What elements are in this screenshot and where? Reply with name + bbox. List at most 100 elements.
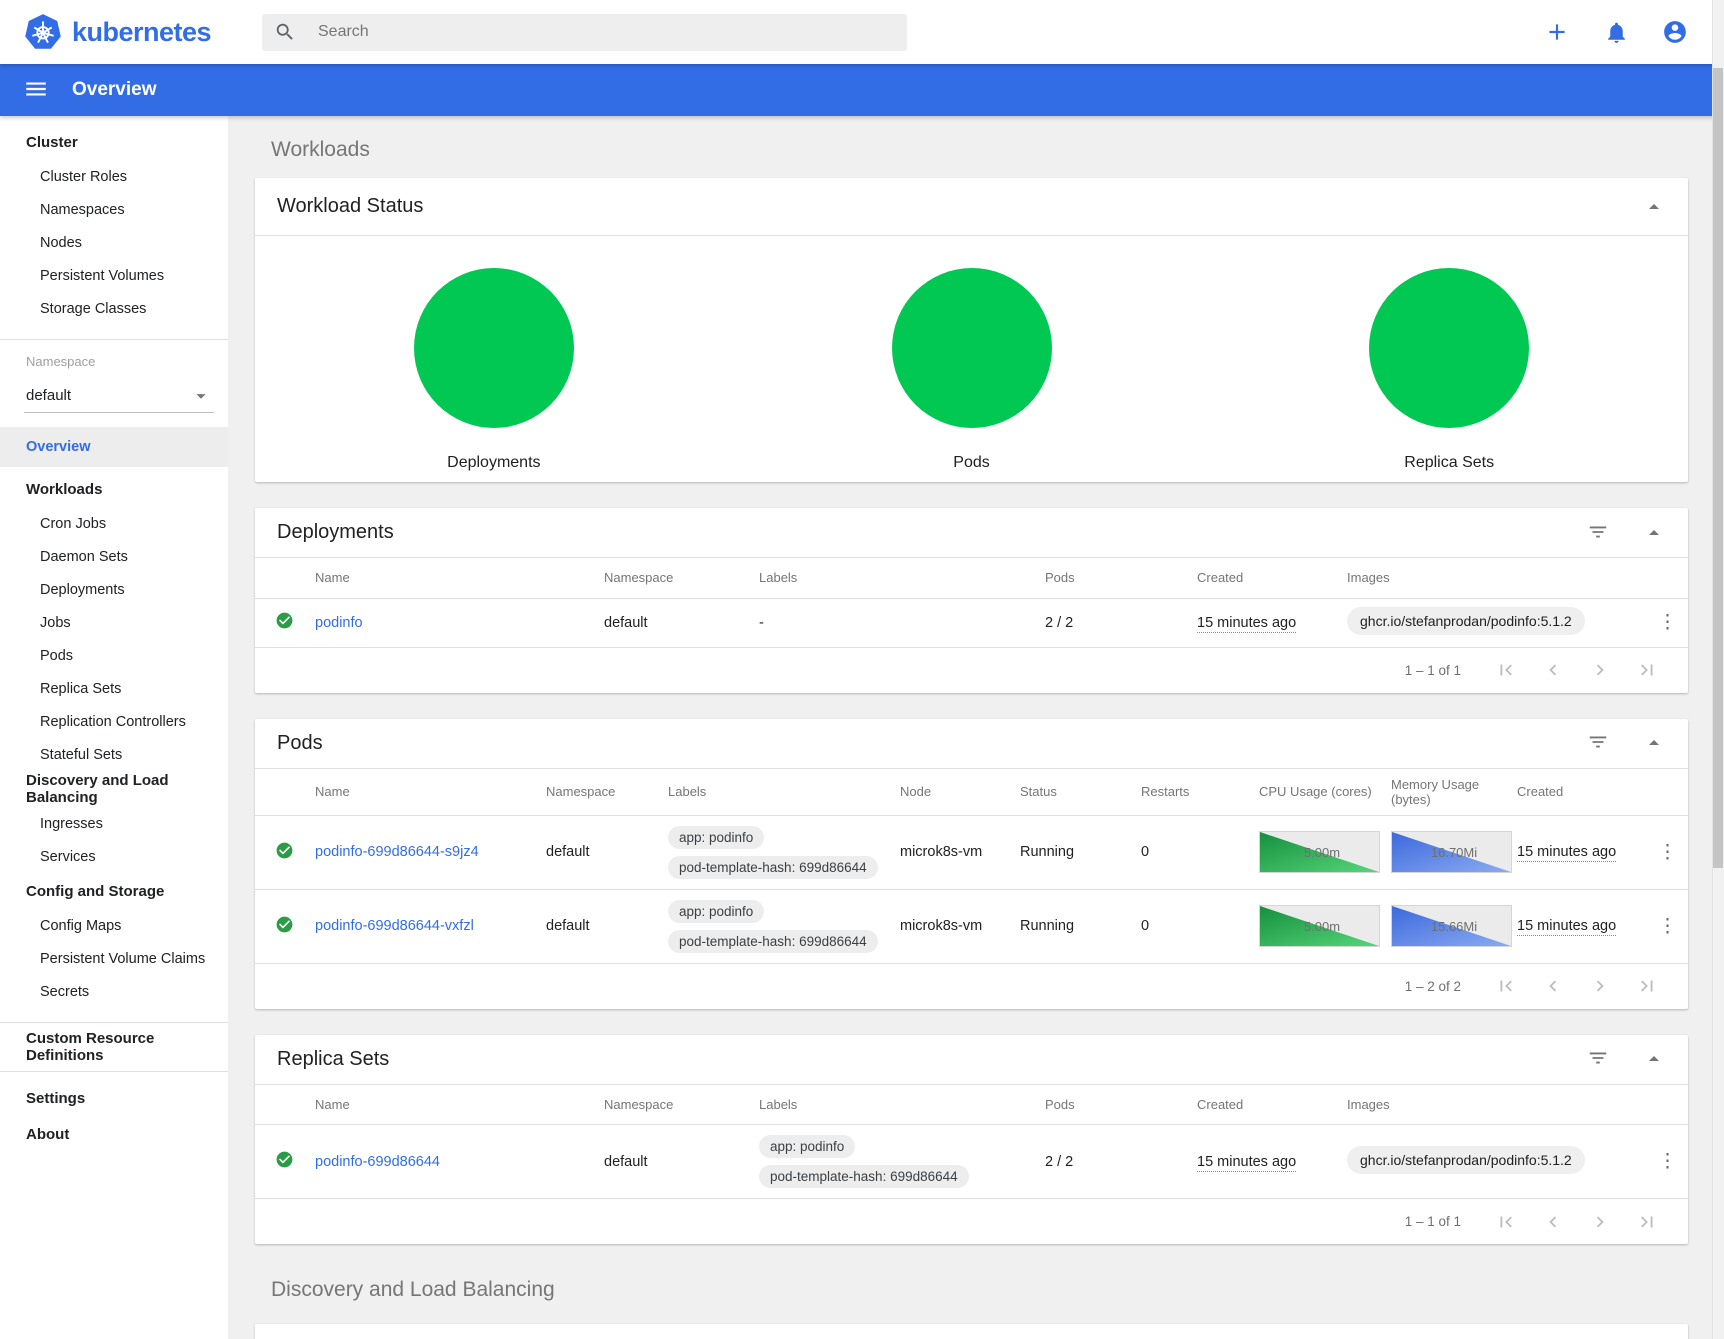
sidebar-item-persistent-volumes[interactable]: Persistent Volumes xyxy=(0,259,228,292)
sidebar-divider xyxy=(0,1022,228,1023)
replica-set-link[interactable]: podinfo-699d86644 xyxy=(315,1154,440,1170)
sidebar-item-overview[interactable]: Overview xyxy=(0,427,228,467)
kubernetes-brand[interactable]: kubernetes xyxy=(24,13,254,51)
sidebar-header-workloads[interactable]: Workloads xyxy=(0,471,228,507)
sidebar-item-cluster-roles[interactable]: Cluster Roles xyxy=(0,160,228,193)
chevron-right-icon xyxy=(1589,975,1611,997)
col-header-namespace: Namespace xyxy=(546,769,668,816)
row-actions-button[interactable]: ⋮ xyxy=(1652,915,1683,938)
chevron-right-icon xyxy=(1589,659,1611,681)
table-row: podinfo-699d86644 default app: podinfo p… xyxy=(255,1125,1688,1199)
sidebar-item-replica-sets[interactable]: Replica Sets xyxy=(0,672,228,705)
collapse-card-button[interactable] xyxy=(1642,195,1666,219)
pod-link[interactable]: podinfo-699d86644-s9jz4 xyxy=(315,844,479,860)
last-page-button[interactable] xyxy=(1636,659,1658,681)
filter-button[interactable] xyxy=(1586,731,1610,755)
page-scrollbar[interactable] xyxy=(1712,0,1724,1339)
scrollbar-thumb[interactable] xyxy=(1713,68,1723,868)
next-page-button[interactable] xyxy=(1589,1211,1611,1233)
table-row: podinfo default - 2 / 2 15 minutes ago g… xyxy=(255,598,1688,647)
replica-sets-table: Name Namespace Labels Pods Created Image… xyxy=(255,1085,1688,1200)
image-chip: ghcr.io/stefanprodan/podinfo:5.1.2 xyxy=(1347,607,1585,635)
sidebar-item-replication-controllers[interactable]: Replication Controllers xyxy=(0,705,228,738)
sidebar: Cluster Cluster Roles Namespaces Nodes P… xyxy=(0,116,228,1339)
sidebar-item-pods[interactable]: Pods xyxy=(0,639,228,672)
kubernetes-logo-icon xyxy=(24,13,62,51)
first-page-button[interactable] xyxy=(1495,659,1517,681)
first-page-button[interactable] xyxy=(1495,975,1517,997)
sidebar-item-settings[interactable]: Settings xyxy=(0,1080,228,1116)
memory-usage-value: 15.66Mi xyxy=(1431,919,1477,934)
previous-page-button[interactable] xyxy=(1542,659,1564,681)
last-page-button[interactable] xyxy=(1636,975,1658,997)
cell-restarts: 0 xyxy=(1141,889,1259,963)
namespace-select[interactable]: default xyxy=(24,379,214,413)
previous-page-button[interactable] xyxy=(1542,1211,1564,1233)
deployment-link[interactable]: podinfo xyxy=(315,615,363,631)
section-title-discovery: Discovery and Load Balancing xyxy=(271,1278,1688,1302)
cell-namespace: default xyxy=(546,889,668,963)
last-page-button[interactable] xyxy=(1636,1211,1658,1233)
sidebar-item-persistent-volume-claims[interactable]: Persistent Volume Claims xyxy=(0,942,228,975)
sidebar-item-services[interactable]: Services xyxy=(0,840,228,873)
sidebar-item-storage-classes[interactable]: Storage Classes xyxy=(0,292,228,325)
pods-card: Pods Name Namespace Labels Node St xyxy=(255,719,1688,1009)
app-bar: Overview xyxy=(0,64,1724,116)
col-header-name: Name xyxy=(315,769,546,816)
first-page-icon xyxy=(1495,975,1517,997)
sidebar-item-about[interactable]: About xyxy=(0,1116,228,1152)
plus-icon xyxy=(1544,19,1570,45)
label-chip: pod-template-hash: 699d86644 xyxy=(668,856,878,879)
services-card: Services xyxy=(255,1324,1688,1339)
sidebar-item-ingresses[interactable]: Ingresses xyxy=(0,807,228,840)
pods-status-pie[interactable] xyxy=(892,268,1052,428)
sidebar-item-daemon-sets[interactable]: Daemon Sets xyxy=(0,540,228,573)
sidebar-item-cron-jobs[interactable]: Cron Jobs xyxy=(0,507,228,540)
chevron-left-icon xyxy=(1542,659,1564,681)
collapse-card-button[interactable] xyxy=(1642,731,1666,755)
sidebar-item-stateful-sets[interactable]: Stateful Sets xyxy=(0,738,228,771)
search-bar[interactable] xyxy=(262,14,907,51)
check-circle-icon xyxy=(275,915,294,934)
cell-node: microk8s-vm xyxy=(900,815,1020,889)
sidebar-divider xyxy=(0,339,228,340)
pod-link[interactable]: podinfo-699d86644-vxfzl xyxy=(315,918,474,934)
sidebar-item-namespaces[interactable]: Namespaces xyxy=(0,193,228,226)
create-resource-button[interactable] xyxy=(1544,19,1570,45)
sidebar-item-secrets[interactable]: Secrets xyxy=(0,975,228,1008)
sidebar-item-config-maps[interactable]: Config Maps xyxy=(0,909,228,942)
hamburger-menu-button[interactable] xyxy=(22,76,50,104)
pods-chart-label: Pods xyxy=(953,454,989,472)
deployments-status-pie[interactable] xyxy=(414,268,574,428)
memory-usage-sparkline: 16.70Mi xyxy=(1391,831,1512,873)
filter-button[interactable] xyxy=(1586,1047,1610,1071)
collapse-card-button[interactable] xyxy=(1642,1047,1666,1071)
row-actions-button[interactable]: ⋮ xyxy=(1652,841,1683,864)
replica-sets-status-pie[interactable] xyxy=(1369,268,1529,428)
table-row: podinfo-699d86644-vxfzl default app: pod… xyxy=(255,889,1688,963)
search-input[interactable] xyxy=(318,23,895,41)
sidebar-item-jobs[interactable]: Jobs xyxy=(0,606,228,639)
collapse-card-button[interactable] xyxy=(1642,521,1666,545)
sidebar-item-nodes[interactable]: Nodes xyxy=(0,226,228,259)
sidebar-item-custom-resource-definitions[interactable]: Custom Resource Definitions xyxy=(0,1029,228,1065)
row-actions-button[interactable]: ⋮ xyxy=(1652,1150,1683,1173)
first-page-button[interactable] xyxy=(1495,1211,1517,1233)
sidebar-header-cluster[interactable]: Cluster xyxy=(0,124,228,160)
cell-node: microk8s-vm xyxy=(900,889,1020,963)
filter-button[interactable] xyxy=(1586,521,1610,545)
notifications-button[interactable] xyxy=(1603,19,1629,45)
pagination-range: 1 – 1 of 1 xyxy=(1405,663,1461,678)
sidebar-divider xyxy=(0,1071,228,1072)
account-button[interactable] xyxy=(1662,19,1688,45)
row-actions-button[interactable]: ⋮ xyxy=(1652,611,1683,634)
col-header-node: Node xyxy=(900,769,1020,816)
sidebar-item-deployments[interactable]: Deployments xyxy=(0,573,228,606)
next-page-button[interactable] xyxy=(1589,659,1611,681)
replica-sets-pagination: 1 – 1 of 1 xyxy=(255,1199,1688,1244)
sidebar-header-config-storage[interactable]: Config and Storage xyxy=(0,873,228,909)
next-page-button[interactable] xyxy=(1589,975,1611,997)
first-page-icon xyxy=(1495,659,1517,681)
sidebar-header-discovery[interactable]: Discovery and Load Balancing xyxy=(0,771,228,807)
previous-page-button[interactable] xyxy=(1542,975,1564,997)
